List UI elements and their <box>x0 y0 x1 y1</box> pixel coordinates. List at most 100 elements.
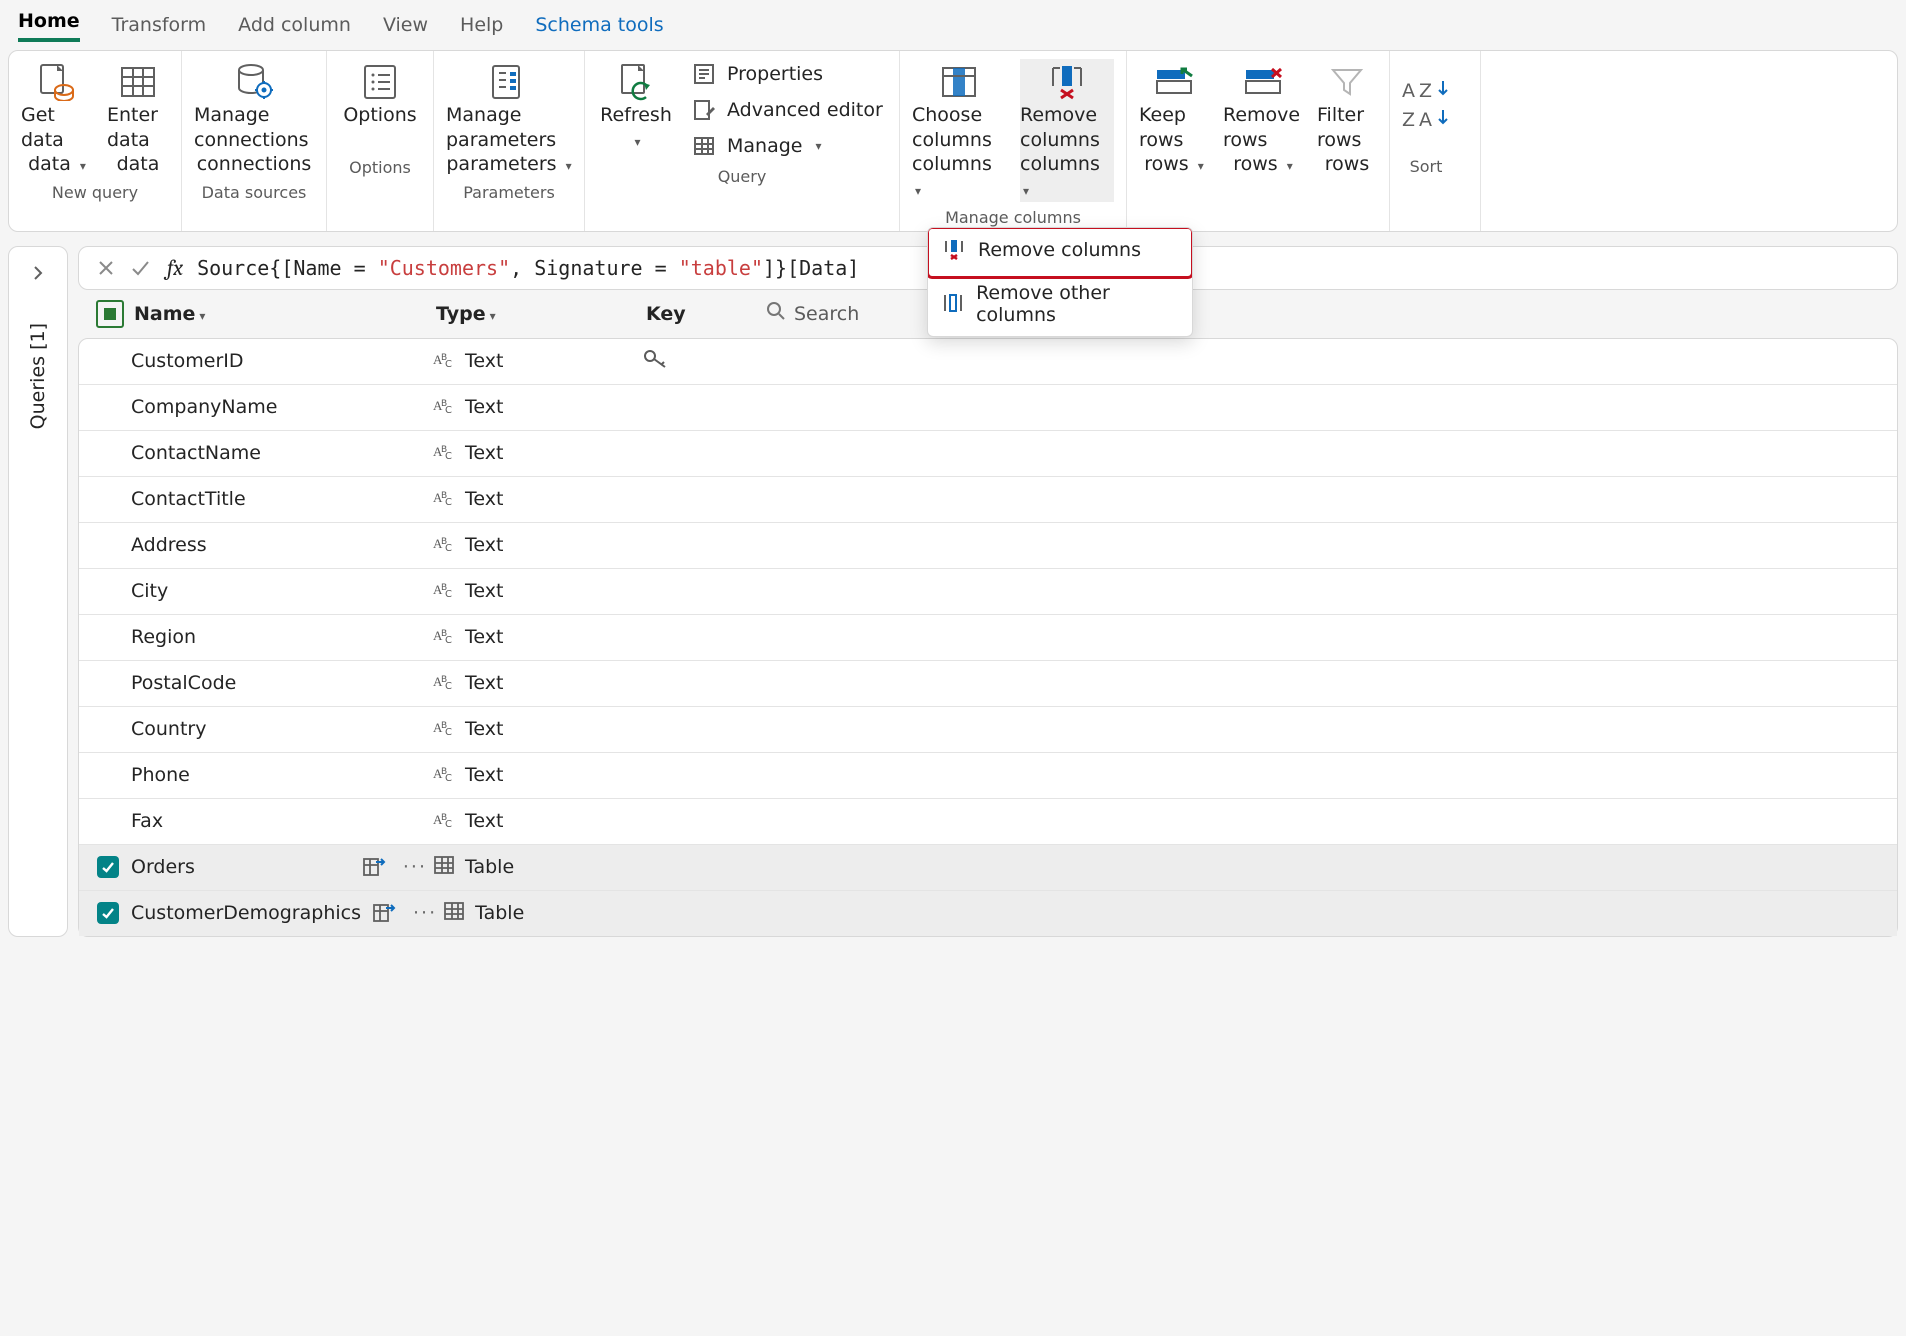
header-name[interactable]: Name▾ <box>134 303 436 325</box>
column-name: City <box>131 580 168 602</box>
row-checkbox[interactable] <box>97 856 119 878</box>
header-key[interactable]: Key <box>646 303 766 325</box>
type-label: Text <box>465 396 503 418</box>
tab-view[interactable]: View <box>383 8 428 42</box>
table-row[interactable]: ContactNameABCText <box>79 431 1897 477</box>
manage-query-button[interactable]: Manage▾ <box>689 131 887 161</box>
remove-columns-button[interactable]: Remove columnscolumns ▾ <box>1020 59 1114 202</box>
table-row[interactable]: CustomerDemographics···Table <box>79 891 1897 936</box>
svg-text:C: C <box>445 359 452 369</box>
table-row[interactable]: RegionABCText <box>79 615 1897 661</box>
column-name: Fax <box>131 810 163 832</box>
filter-rows-label: Filter rows <box>1317 103 1377 152</box>
queries-pane-label[interactable]: Queries [1] <box>27 323 49 429</box>
enter-data-button[interactable]: Enter datadata <box>107 59 169 177</box>
search-input[interactable]: Search <box>766 301 859 326</box>
table-row[interactable]: AddressABCText <box>79 523 1897 569</box>
tab-transform[interactable]: Transform <box>112 8 207 42</box>
ribbon-tabs: Home Transform Add column View Help Schema to… <box>0 0 1906 42</box>
remove-rows-icon <box>1243 61 1283 103</box>
column-name: CustomerDemographics <box>131 902 361 924</box>
cancel-formula-button[interactable] <box>93 255 119 281</box>
enter-data-label: Enter data <box>107 103 169 152</box>
commit-formula-button[interactable] <box>127 255 153 281</box>
tab-schema-tools[interactable]: Schema tools <box>535 8 663 42</box>
remove-columns-icon <box>1047 61 1087 103</box>
dd-remove-columns[interactable]: Remove columns <box>928 228 1192 272</box>
row-checkbox[interactable] <box>97 902 119 924</box>
manage-connections-button[interactable]: Manage connectionsconnections <box>194 59 314 177</box>
queries-pane-collapsed: Queries [1] <box>8 246 68 937</box>
svg-text:C: C <box>445 405 452 415</box>
group-sort: AZ ZA Sort <box>1390 51 1481 231</box>
advanced-editor-label: Advanced editor <box>727 99 883 121</box>
table-row[interactable]: CustomerIDABCText <box>79 339 1897 385</box>
refresh-button[interactable]: Refresh▾ <box>597 59 675 152</box>
table-row[interactable]: PostalCodeABCText <box>79 661 1897 707</box>
table-row[interactable]: FaxABCText <box>79 799 1897 845</box>
manage-parameters-button[interactable]: Manage parametersparameters ▾ <box>446 59 572 177</box>
text-type-icon: ABC <box>433 625 455 650</box>
group-label-query: Query <box>718 167 767 186</box>
more-options-button[interactable]: ··· <box>397 856 433 878</box>
sort-asc-button[interactable]: AZ <box>1402 79 1450 102</box>
fx-icon[interactable]: fx <box>167 255 183 281</box>
table-row[interactable]: CityABCText <box>79 569 1897 615</box>
type-label: Text <box>465 718 503 740</box>
table-type-icon <box>443 901 465 926</box>
svg-text:C: C <box>445 497 452 507</box>
group-label-manage-columns: Manage columns <box>945 208 1081 227</box>
get-data-label: Get data <box>21 103 93 152</box>
column-name: Orders <box>131 856 195 878</box>
expand-queries-button[interactable] <box>18 253 58 293</box>
group-query: Refresh▾ Properties Advanced editor Mana… <box>585 51 900 231</box>
advanced-editor-button[interactable]: Advanced editor <box>689 95 887 125</box>
database-gear-icon <box>234 61 274 103</box>
table-row[interactable]: CountryABCText <box>79 707 1897 753</box>
choose-columns-button[interactable]: Choose columnscolumns ▾ <box>912 59 1006 202</box>
svg-text:C: C <box>445 819 452 829</box>
properties-button[interactable]: Properties <box>689 59 887 89</box>
choose-columns-icon <box>939 61 979 103</box>
get-data-button[interactable]: Get datadata ▾ <box>21 59 93 177</box>
expand-related-icon[interactable] <box>361 856 387 878</box>
manage-query-label: Manage <box>727 135 802 157</box>
remove-rows-label: Remove rows <box>1223 103 1303 152</box>
group-manage-columns: Choose columnscolumns ▾ Remove columnsco… <box>900 51 1127 231</box>
column-name: ContactName <box>131 442 261 464</box>
dd-remove-other-columns[interactable]: Remove other columns <box>928 272 1192 336</box>
remove-rows-button[interactable]: Remove rowsrows ▾ <box>1223 59 1303 177</box>
filter-rows-button: Filter rowsrows <box>1317 59 1377 177</box>
select-all-checkbox[interactable] <box>96 300 124 328</box>
group-label-options: Options <box>349 158 411 177</box>
svg-text:C: C <box>445 543 452 553</box>
refresh-label: Refresh <box>600 103 672 128</box>
parameters-icon <box>489 61 529 103</box>
expand-related-icon[interactable] <box>371 902 397 924</box>
column-name: Phone <box>131 764 190 786</box>
options-label: Options <box>343 103 416 128</box>
type-label: Text <box>465 580 503 602</box>
table-row[interactable]: PhoneABCText <box>79 753 1897 799</box>
text-type-icon: ABC <box>433 349 455 374</box>
options-button[interactable]: Options <box>339 59 421 152</box>
keep-rows-button[interactable]: Keep rowsrows ▾ <box>1139 59 1209 177</box>
keep-rows-label: Keep rows <box>1139 103 1209 152</box>
tab-home[interactable]: Home <box>18 4 80 42</box>
table-row[interactable]: CompanyNameABCText <box>79 385 1897 431</box>
header-type[interactable]: Type▾ <box>436 303 646 325</box>
tab-help[interactable]: Help <box>460 8 503 42</box>
column-name: PostalCode <box>131 672 236 694</box>
more-options-button[interactable]: ··· <box>407 902 443 924</box>
ribbon: Get datadata ▾ Enter datadata New query <box>8 50 1898 232</box>
group-label-new-query: New query <box>52 183 138 202</box>
type-label: Text <box>465 626 503 648</box>
arrow-down-icon <box>1436 79 1450 102</box>
sort-desc-button[interactable]: ZA <box>1402 108 1450 131</box>
table-row[interactable]: ContactTitleABCText <box>79 477 1897 523</box>
table-row[interactable]: Orders···Table <box>79 845 1897 891</box>
enter-data-icon <box>119 61 157 103</box>
tab-add-column[interactable]: Add column <box>238 8 351 42</box>
refresh-icon <box>616 61 656 103</box>
type-label: Text <box>465 534 503 556</box>
